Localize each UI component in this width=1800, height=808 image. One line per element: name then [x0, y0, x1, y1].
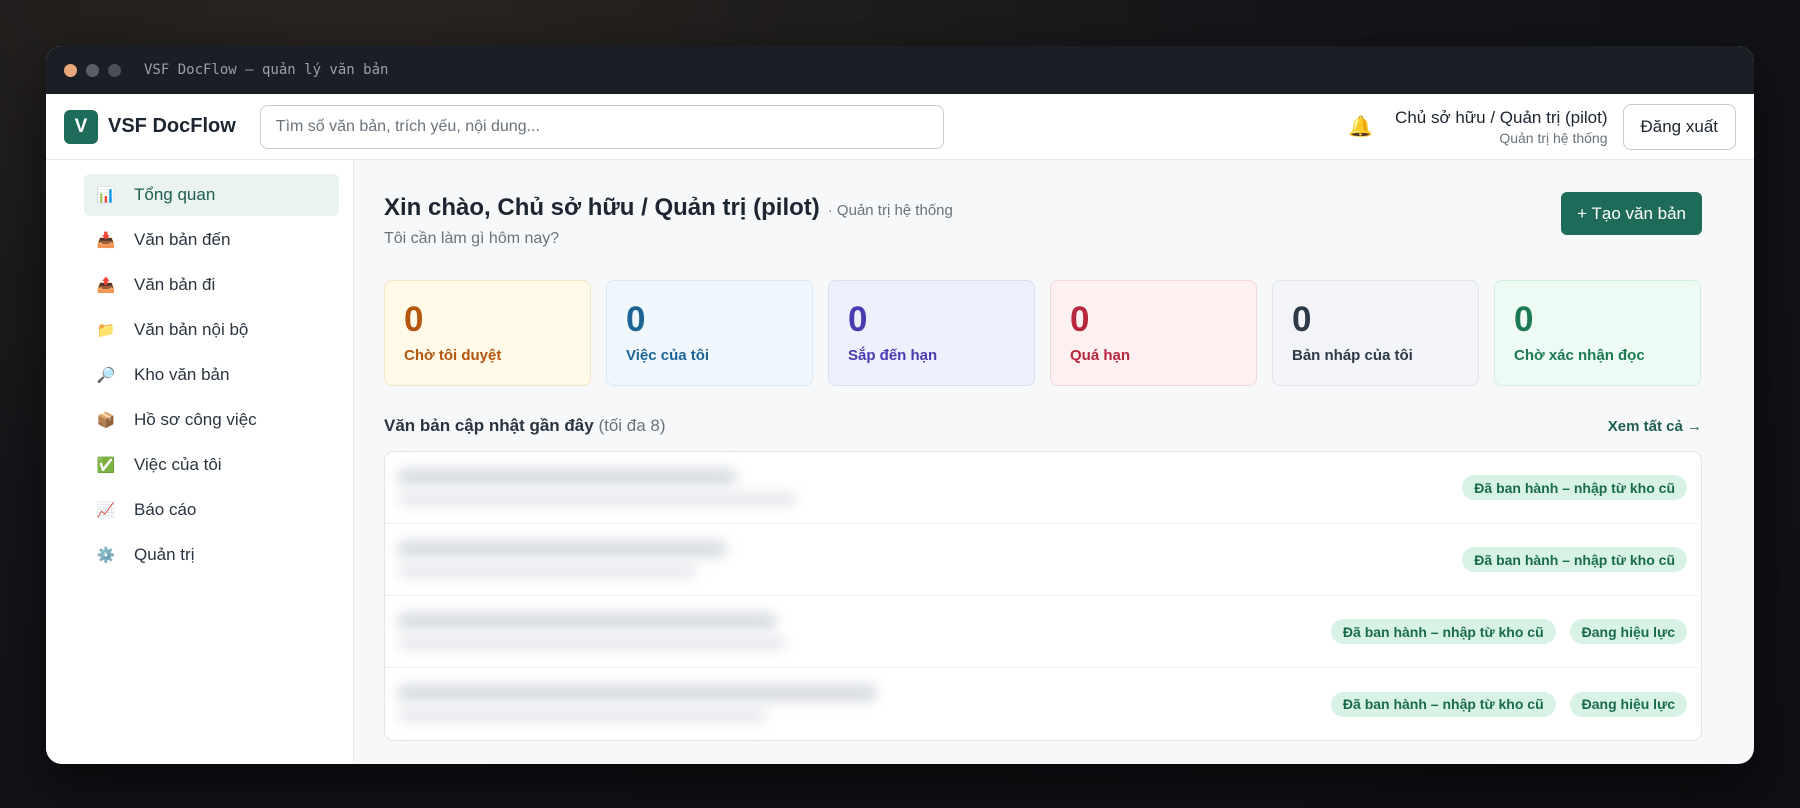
sidebar-item-admin[interactable]: ⚙️ Quản trị	[84, 534, 339, 576]
status-badge: Đang hiệu lực	[1569, 691, 1687, 717]
sidebar-item-label: Văn bản đi	[134, 275, 216, 294]
sidebar-item-label: Quản trị	[134, 545, 195, 564]
user-name: Chủ sở hữu / Quản trị (pilot)	[1395, 107, 1608, 127]
greeting-role: · Quản trị hệ thống	[827, 202, 953, 219]
status-badge: Đã ban hành – nhập từ kho cũ	[1462, 547, 1687, 572]
sidebar-item-reports[interactable]: 📈 Báo cáo	[84, 489, 339, 531]
stat-value: 0	[626, 300, 646, 339]
blurred-document-info	[393, 604, 1331, 660]
blurred-document-info	[393, 676, 1331, 732]
title-bar: VSF DocFlow — quản lý văn bản	[46, 46, 1754, 94]
inbox-tray-icon: 📥	[96, 232, 116, 249]
list-item[interactable]: Đã ban hành – nhập từ kho cũ Đang hiệu l…	[385, 668, 1701, 740]
bell-icon[interactable]: 🔔	[1348, 114, 1373, 139]
list-item[interactable]: Đã ban hành – nhập từ kho cũ Đang hiệu l…	[385, 596, 1701, 668]
recent-title-text: Văn bản cập nhật gần đây	[384, 416, 594, 435]
stat-label: Việc của tôi	[626, 347, 710, 364]
outbox-tray-icon: 📤	[96, 277, 116, 294]
sidebar-item-label: Việc của tôi	[134, 455, 222, 474]
logout-button[interactable]: Đăng xuất	[1622, 103, 1736, 150]
sidebar-item-work-files[interactable]: 📦 Hồ sơ công việc	[84, 399, 339, 441]
stats-row: 0 Chờ tôi duyệt 0 Việc của tôi 0 Sắp đến…	[384, 280, 1702, 386]
stat-card-my-tasks[interactable]: 0 Việc của tôi	[606, 280, 813, 386]
sidebar-item-label: Kho văn bản	[134, 365, 230, 384]
sidebar-item-label: Hồ sơ công việc	[134, 410, 257, 429]
user-info[interactable]: Chủ sở hữu / Quản trị (pilot) Quản trị h…	[1395, 108, 1607, 146]
sidebar-item-label: Tổng quan	[134, 185, 216, 204]
stat-card-pending-approval[interactable]: 0 Chờ tôi duyệt	[384, 280, 591, 386]
sidebar: 📊 Tổng quan 📥 Văn bản đến 📤 Văn bản đi 📁…	[46, 160, 354, 764]
see-all-link[interactable]: Xem tất cả →	[1608, 418, 1702, 435]
package-icon: 📦	[96, 412, 116, 429]
stat-label: Chờ xác nhận đọc	[1514, 347, 1645, 364]
stat-value: 0	[404, 300, 424, 339]
recent-documents-list: Đã ban hành – nhập từ kho cũ Đã ban hành…	[384, 451, 1702, 741]
greeting-text: Xin chào, Chủ sở hữu / Quản trị (pilot)	[384, 194, 820, 221]
sidebar-item-internal[interactable]: 📁 Văn bản nội bộ	[84, 309, 339, 351]
sidebar-item-label: Văn bản đến	[134, 230, 231, 249]
status-badge: Đã ban hành – nhập từ kho cũ	[1330, 619, 1556, 644]
stat-card-due-soon[interactable]: 0 Sắp đến hạn	[828, 280, 1035, 386]
blurred-document-info	[393, 460, 1462, 516]
blurred-document-info	[393, 532, 1462, 588]
stat-label: Bản nháp của tôi	[1292, 347, 1413, 364]
top-bar: V VSF DocFlow 🔔 Chủ sở hữu / Quản trị (p…	[46, 94, 1754, 160]
folder-icon: 📁	[96, 322, 116, 339]
stat-value: 0	[848, 300, 868, 339]
stat-card-read-confirmation[interactable]: 0 Chờ xác nhận đọc	[1494, 280, 1701, 386]
sidebar-item-label: Báo cáo	[134, 500, 197, 519]
minimize-window-button[interactable]	[86, 63, 99, 77]
sidebar-item-outgoing[interactable]: 📤 Văn bản đi	[84, 264, 339, 306]
close-window-button[interactable]	[64, 63, 77, 77]
recent-title-note: (tối đa 8)	[598, 416, 666, 435]
chart-icon: 📊	[96, 187, 116, 204]
page-subtitle: Tôi cần làm gì hôm nay?	[384, 230, 560, 247]
main-content: Xin chào, Chủ sở hữu / Quản trị (pilot) ·…	[354, 160, 1754, 764]
stat-label: Quá hạn	[1070, 347, 1131, 364]
app-window: VSF DocFlow — quản lý văn bản V VSF DocF…	[46, 46, 1754, 764]
stat-label: Chờ tôi duyệt	[404, 347, 502, 364]
list-item[interactable]: Đã ban hành – nhập từ kho cũ	[385, 452, 1701, 524]
create-document-button[interactable]: + Tạo văn bản	[1561, 192, 1702, 235]
stat-label: Sắp đến hạn	[848, 347, 938, 364]
stat-value: 0	[1514, 300, 1534, 339]
status-badge: Đã ban hành – nhập từ kho cũ	[1462, 475, 1687, 500]
page-title: Xin chào, Chủ sở hữu / Quản trị (pilot) ·…	[384, 194, 953, 222]
search-input[interactable]	[259, 104, 944, 149]
sidebar-item-repository[interactable]: 🔎 Kho văn bản	[84, 354, 339, 396]
window-title: VSF DocFlow — quản lý văn bản	[144, 62, 389, 78]
stat-value: 0	[1070, 300, 1090, 339]
magnifier-icon: 🔎	[96, 367, 116, 384]
stat-card-overdue[interactable]: 0 Quá hạn	[1050, 280, 1257, 386]
brand-name[interactable]: VSF DocFlow	[108, 115, 236, 138]
user-role: Quản trị hệ thống	[1499, 129, 1608, 146]
status-badge: Đã ban hành – nhập từ kho cũ	[1330, 691, 1556, 717]
sidebar-item-incoming[interactable]: 📥 Văn bản đến	[84, 219, 339, 261]
sidebar-item-my-tasks[interactable]: ✅ Việc của tôi	[84, 444, 339, 486]
check-mark-icon: ✅	[96, 457, 116, 474]
maximize-window-button[interactable]	[108, 63, 121, 77]
list-item[interactable]: Đã ban hành – nhập từ kho cũ	[385, 524, 1701, 596]
logo[interactable]: V	[64, 109, 98, 144]
sidebar-item-label: Văn bản nội bộ	[134, 320, 249, 339]
recent-section-title: Văn bản cập nhật gần đây (tối đa 8)	[384, 416, 666, 436]
status-badge: Đang hiệu lực	[1569, 619, 1687, 644]
gear-icon: ⚙️	[96, 547, 116, 564]
sidebar-item-overview[interactable]: 📊 Tổng quan	[84, 174, 339, 216]
stat-value: 0	[1292, 300, 1312, 339]
trend-chart-icon: 📈	[96, 502, 116, 519]
stat-card-my-drafts[interactable]: 0 Bản nháp của tôi	[1272, 280, 1479, 386]
